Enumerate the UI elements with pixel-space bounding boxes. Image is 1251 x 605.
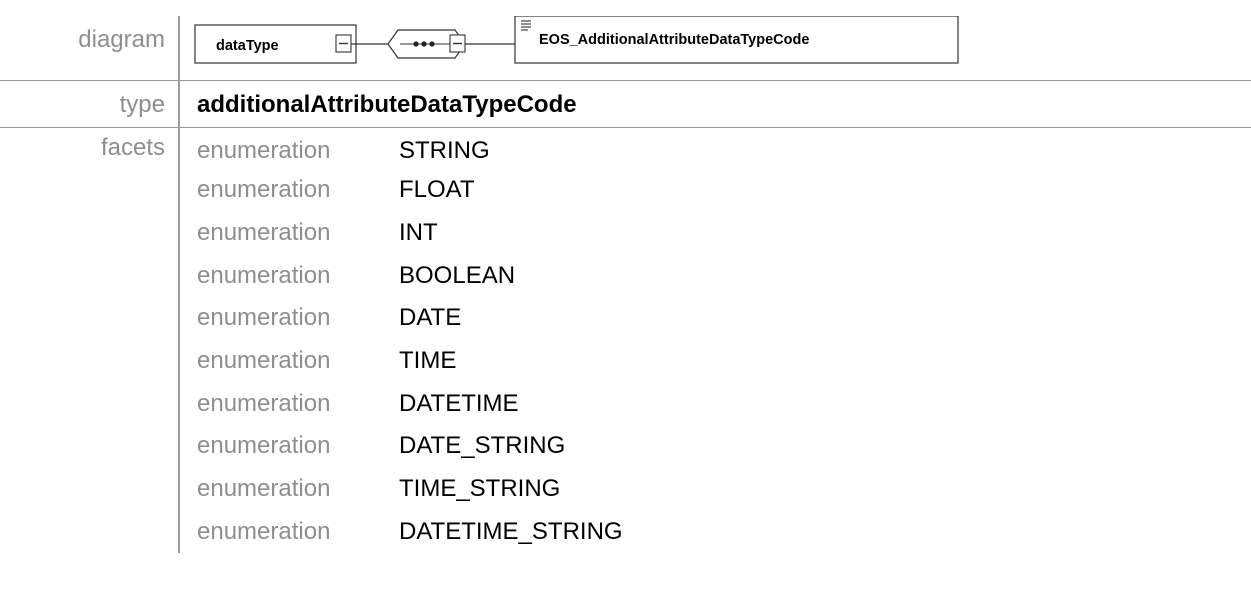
diagram-row: diagram dataType EOS_AdditionalAttribute… [0, 16, 1251, 81]
facet-value: DATE_STRING [399, 432, 566, 460]
cropped-heading-strip [0, 0, 1251, 16]
type-name: EOS_AdditionalAttributeDataTypeCode [539, 32, 809, 48]
type-cell: additionalAttributeDataTypeCode [179, 80, 1251, 128]
facet-kind: enumeration [197, 176, 331, 204]
facet-value: DATETIME [399, 389, 519, 417]
facets-cell: enumeration STRING enumeration FLOAT enu… [179, 128, 1251, 554]
facet-kind: enumeration [197, 304, 331, 332]
facet-kind: enumeration [197, 136, 331, 164]
facets-row: facets enumeration STRING enumeration FL… [0, 127, 1251, 554]
facets-label: facets [0, 127, 180, 554]
facet-item: enumeration STRING [180, 132, 1251, 169]
facet-kind: enumeration [197, 389, 331, 417]
facet-item: enumeration INT [180, 212, 1251, 255]
schema-diagram-svg: dataType EOS_AdditionalAttributeDataType… [194, 16, 959, 64]
type-value: additionalAttributeDataTypeCode [197, 91, 577, 118]
facet-value: DATETIME_STRING [399, 517, 623, 545]
element-box-type[interactable]: EOS_AdditionalAttributeDataTypeCode [514, 16, 959, 64]
schema-doc-table: diagram dataType EOS_AdditionalAttribute… [0, 16, 1251, 554]
facet-value: STRING [399, 136, 490, 164]
element-box-datatype[interactable]: dataType [194, 24, 357, 64]
facet-list: enumeration STRING enumeration FLOAT enu… [180, 128, 1251, 553]
facet-kind: enumeration [197, 432, 331, 460]
facet-item: enumeration TIME [180, 340, 1251, 383]
facet-item: enumeration DATETIME_STRING [180, 511, 1251, 554]
facet-kind: enumeration [197, 261, 331, 289]
element-name: dataType [216, 38, 279, 54]
facet-item: enumeration DATE_STRING [180, 425, 1251, 468]
collapse-toggle-icon[interactable] [449, 34, 466, 53]
facet-value: FLOAT [399, 176, 475, 204]
facet-value: TIME_STRING [399, 475, 561, 503]
diagram-label: diagram [0, 16, 180, 81]
facet-item: enumeration FLOAT [180, 169, 1251, 212]
facet-value: TIME [399, 347, 457, 375]
facet-kind: enumeration [197, 475, 331, 503]
facet-kind: enumeration [197, 347, 331, 375]
facet-item: enumeration DATE [180, 297, 1251, 340]
collapse-toggle-icon[interactable] [335, 34, 352, 53]
diagram-cell: dataType EOS_AdditionalAttributeDataType… [179, 16, 1251, 81]
facet-kind: enumeration [197, 219, 331, 247]
type-label: type [0, 80, 180, 128]
type-row: type additionalAttributeDataTypeCode [0, 80, 1251, 128]
facet-item: enumeration BOOLEAN [180, 254, 1251, 297]
facet-item: enumeration DATETIME [180, 382, 1251, 425]
facet-value: DATE [399, 304, 462, 332]
facet-value: BOOLEAN [399, 261, 516, 289]
facet-kind: enumeration [197, 517, 331, 545]
facet-value: INT [399, 219, 438, 247]
facet-item: enumeration TIME_STRING [180, 468, 1251, 511]
schema-diagram: dataType EOS_AdditionalAttributeDataType… [180, 16, 1251, 80]
